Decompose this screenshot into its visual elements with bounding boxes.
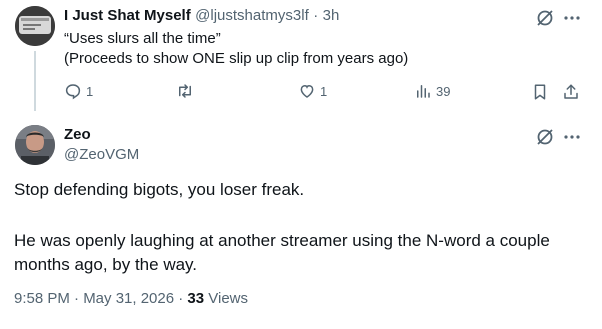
main-views-count: 33	[187, 290, 205, 307]
tweet-metadata: 9:58 PM · May 31, 2026 · 33 Views	[14, 290, 248, 307]
heart-icon	[300, 84, 314, 98]
reply-display-name[interactable]: I Just Shat Myself	[64, 7, 191, 24]
main-tweet-paragraph-1: Stop defending bigots, you loser freak.	[14, 180, 305, 199]
reply-text-line2: (Proceeds to show ONE slip up clip from …	[64, 50, 409, 67]
reply-separator: ·	[313, 7, 319, 24]
reply-icon	[65, 84, 81, 100]
avatar-reply-author[interactable]	[15, 6, 55, 46]
reply-text-line1: “Uses slurs all the time”	[64, 30, 221, 47]
more-icon[interactable]	[560, 6, 584, 30]
main-tweet-paragraph-2-line1: He was openly laughing at another stream…	[14, 231, 550, 250]
reply-button[interactable]: 1	[64, 82, 93, 100]
tweet-timestamp[interactable]: 9:58 PM · May 31, 2026 ·	[14, 290, 187, 307]
main-tweet-paragraph-2-line2: months ago, by the way.	[14, 255, 198, 274]
views-button[interactable]: 39	[414, 82, 450, 100]
main-views-label: Views	[204, 290, 249, 307]
like-count: 1	[320, 83, 328, 99]
retweet-button[interactable]	[176, 82, 198, 100]
main-tweet-paragraph-2: He was openly laughing at another stream…	[14, 229, 550, 277]
share-button[interactable]	[561, 82, 581, 102]
bookmark-button[interactable]	[530, 82, 550, 102]
reply-header: I Just Shat Myself @ljustshatmys3lf · 3h	[64, 7, 339, 25]
views-icon	[417, 85, 430, 98]
reply-handle[interactable]: @ljustshatmys3lf	[195, 7, 309, 24]
bookmark-icon	[534, 84, 546, 100]
main-display-name[interactable]: Zeo	[64, 126, 139, 143]
share-icon	[564, 84, 578, 99]
more-icon[interactable]	[560, 125, 584, 149]
thread-connector-line	[34, 51, 36, 111]
reply-text: “Uses slurs all the time” (Proceeds to s…	[64, 29, 408, 69]
avatar-main-author[interactable]	[15, 125, 55, 165]
main-handle[interactable]: @ZeoVGM	[64, 146, 139, 163]
reply-time[interactable]: 3h	[323, 7, 340, 24]
retweet-icon	[179, 84, 191, 98]
views-count: 39	[436, 83, 451, 99]
main-author-name-block: Zeo @ZeoVGM	[64, 126, 139, 163]
like-button[interactable]: 1	[298, 82, 327, 100]
reply-count: 1	[86, 83, 94, 99]
grok-icon[interactable]	[533, 6, 557, 30]
grok-icon[interactable]	[533, 125, 557, 149]
